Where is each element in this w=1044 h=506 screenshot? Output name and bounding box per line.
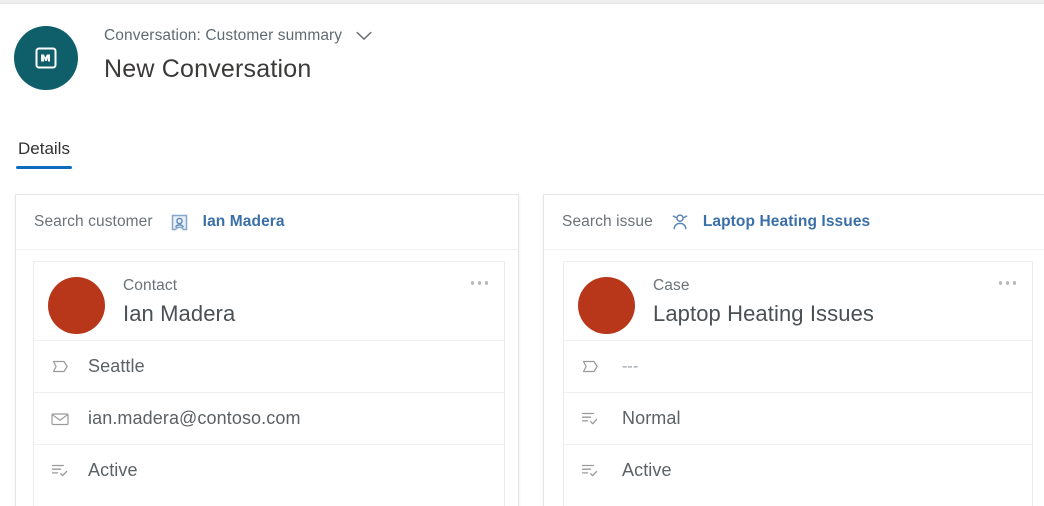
- conversation-icon: [14, 26, 78, 90]
- ellipsis-icon[interactable]: [469, 276, 491, 290]
- field-value: Normal: [622, 408, 681, 428]
- search-issue-label: Search issue: [562, 213, 653, 230]
- search-customer-label: Search customer: [34, 213, 153, 230]
- contact-card-icon: [169, 211, 191, 233]
- contact-record-titles: Contact Ian Madera: [123, 275, 492, 329]
- field-value: Active: [622, 460, 672, 480]
- case-record-header: Case Laptop Heating Issues: [564, 262, 1032, 340]
- field-row: Active: [564, 444, 1032, 496]
- record-type-label: Case: [653, 277, 690, 294]
- case-record-titles: Case Laptop Heating Issues: [653, 275, 1020, 329]
- field-row: Active: [34, 444, 504, 496]
- field-value: Active: [88, 460, 138, 480]
- search-customer-row[interactable]: Search customer Ian Madera: [16, 195, 518, 250]
- priority-icon: [578, 407, 602, 431]
- window-top-strip: [0, 0, 1044, 4]
- contact-record: Contact Ian Madera Seattle ian.madera@co…: [33, 261, 505, 506]
- field-value: ---: [622, 357, 639, 375]
- field-row: ian.madera@contoso.com: [34, 392, 504, 444]
- chevron-down-icon[interactable]: [354, 26, 374, 46]
- avatar: [578, 277, 635, 334]
- field-row: Seattle: [34, 340, 504, 392]
- case-person-icon: [669, 211, 691, 233]
- record-type-label: Contact: [123, 277, 178, 294]
- search-issue-value[interactable]: Laptop Heating Issues: [703, 213, 870, 231]
- tab-details-text: Details: [18, 139, 70, 158]
- page-title: New Conversation: [104, 55, 312, 83]
- avatar: [48, 277, 105, 334]
- breadcrumb-label: Conversation: Customer summary: [104, 27, 343, 44]
- issue-summary-card: Search issue Laptop Heating Issues Case …: [543, 194, 1044, 506]
- status-icon: [578, 459, 602, 483]
- status-icon: [48, 459, 72, 483]
- search-customer-value[interactable]: Ian Madera: [203, 213, 285, 231]
- location-icon: [48, 355, 72, 379]
- contact-record-header: Contact Ian Madera: [34, 262, 504, 340]
- record-name: Laptop Heating Issues: [653, 301, 875, 326]
- breadcrumb: Conversation: Customer summary: [104, 26, 374, 46]
- field-row: Normal: [564, 392, 1032, 444]
- case-record: Case Laptop Heating Issues --- Normal Ac…: [563, 261, 1033, 506]
- record-name: Ian Madera: [123, 301, 236, 326]
- field-row: ---: [564, 340, 1032, 392]
- page-header: Conversation: Customer summary New Conve…: [14, 22, 374, 90]
- field-value: ian.madera@contoso.com: [88, 408, 301, 428]
- customer-summary-card: Search customer Ian Madera Contact Ian M…: [15, 194, 519, 506]
- search-issue-row[interactable]: Search issue Laptop Heating Issues: [544, 195, 1044, 250]
- cards-container: Search customer Ian Madera Contact Ian M…: [15, 194, 1044, 506]
- ellipsis-icon[interactable]: [997, 276, 1019, 290]
- tab-bar: Details: [16, 138, 72, 169]
- email-icon: [48, 407, 72, 431]
- header-text-block: Conversation: Customer summary New Conve…: [104, 22, 374, 86]
- tab-details[interactable]: Details: [16, 138, 72, 169]
- field-value: Seattle: [88, 356, 145, 376]
- location-icon: [578, 355, 602, 379]
